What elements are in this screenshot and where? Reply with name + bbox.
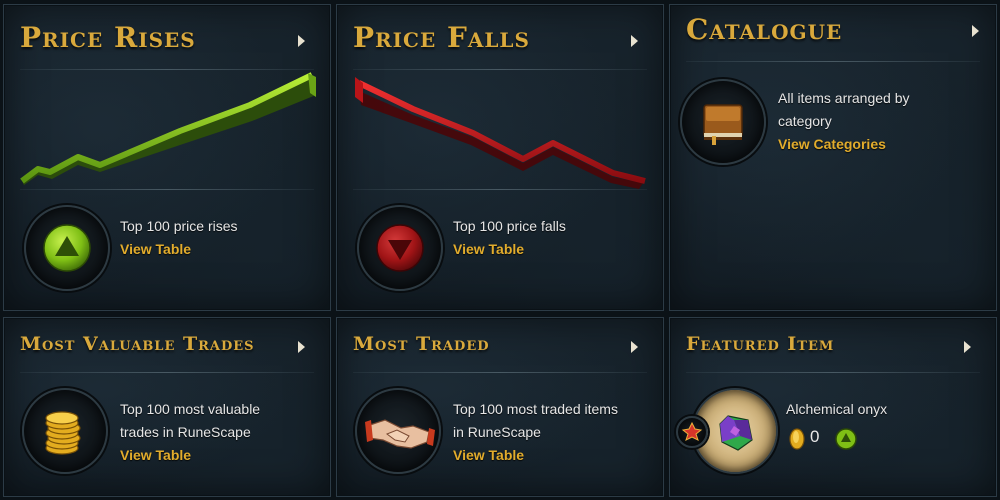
panel-title: Most Valuable Trades	[20, 333, 255, 355]
price-fall-graph	[355, 77, 646, 189]
divider	[20, 189, 314, 190]
panel-title: Catalogue	[686, 13, 843, 46]
divider	[686, 61, 980, 62]
panel-title: Price Falls	[353, 21, 530, 54]
price-rise-icon	[835, 428, 857, 450]
panel-description: Top 100 price rises View Table	[120, 215, 238, 261]
price-rise-badge	[24, 205, 110, 291]
panel-description: All items arranged by category View Cate…	[778, 87, 910, 156]
description-line: Top 100 most valuable	[120, 401, 261, 417]
panel-description: Top 100 most valuable trades in RuneScap…	[120, 398, 260, 467]
featured-item-panel[interactable]: Featured Item Alchemical onyx 0	[669, 317, 997, 497]
arrow-down-icon	[376, 224, 424, 272]
chevron-right-icon[interactable]	[298, 35, 305, 47]
view-table-link[interactable]: View Table	[453, 444, 618, 467]
handshake-icon	[365, 419, 435, 449]
panel-title: Featured Item	[686, 333, 835, 355]
price-fall-badge	[357, 205, 443, 291]
description-text: Top 100 price falls	[453, 218, 566, 234]
item-price: 0	[810, 427, 820, 446]
divider	[353, 189, 647, 190]
description-line: trades in RuneScape	[120, 424, 251, 440]
price-rises-panel[interactable]: Price Rises Top 100 price rises View Tab…	[3, 4, 331, 311]
catalogue-panel[interactable]: Catalogue All items arranged by category…	[669, 4, 997, 311]
most-traded-panel[interactable]: Most Traded Top 100 most traded items in…	[336, 317, 664, 497]
description-line: category	[778, 113, 832, 129]
chevron-right-icon[interactable]	[631, 341, 638, 353]
chevron-right-icon[interactable]	[972, 25, 979, 37]
members-star-icon	[681, 421, 703, 441]
divider	[353, 372, 647, 373]
panel-title: Price Rises	[20, 21, 196, 54]
grand-exchange-dashboard: Price Rises Top 100 price rises View Tab…	[0, 0, 1000, 500]
view-table-link[interactable]: View Table	[453, 238, 566, 261]
item-name: Alchemical onyx	[786, 401, 888, 417]
view-categories-link[interactable]: View Categories	[778, 133, 910, 156]
book-icon	[703, 104, 743, 145]
chevron-right-icon[interactable]	[298, 341, 305, 353]
coin-icon	[789, 428, 805, 450]
catalogue-badge	[680, 79, 766, 165]
description-text: Top 100 price rises	[120, 218, 238, 234]
view-table-link[interactable]: View Table	[120, 238, 238, 261]
panel-title: Most Traded	[353, 333, 490, 355]
panel-description: Top 100 most traded items in RuneScape V…	[453, 398, 618, 467]
view-table-link[interactable]: View Table	[120, 444, 260, 467]
price-falls-panel[interactable]: Price Falls Top 100 price falls View Tab…	[336, 4, 664, 311]
panel-description: Top 100 price falls View Table	[453, 215, 566, 261]
most-valuable-trades-panel[interactable]: Most Valuable Trades Top 100 most valuab…	[3, 317, 331, 497]
members-badge	[676, 416, 708, 448]
description-line: in RuneScape	[453, 424, 541, 440]
chevron-right-icon[interactable]	[631, 35, 638, 47]
arrow-up-icon	[43, 224, 91, 272]
description-line: Top 100 most traded items	[453, 401, 618, 417]
chevron-right-icon[interactable]	[964, 341, 971, 353]
trades-badge	[22, 388, 108, 474]
divider	[686, 372, 980, 373]
featured-item-info: Alchemical onyx	[786, 398, 887, 421]
description-line: All items arranged by	[778, 90, 910, 106]
price-rise-graph	[20, 72, 316, 185]
divider	[20, 372, 314, 373]
most-traded-badge	[355, 388, 441, 474]
gold-coins-icon	[45, 411, 81, 455]
